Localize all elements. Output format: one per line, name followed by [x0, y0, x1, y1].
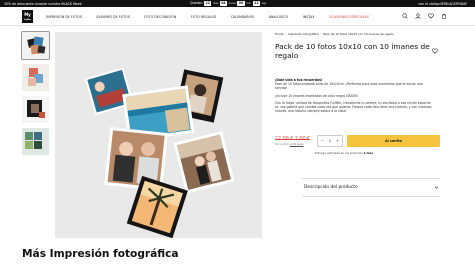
nav-item-decoracion[interactable]: FOTO DECORACIÓN — [144, 15, 176, 19]
shipping-info-link[interactable]: +info envío — [290, 143, 304, 146]
countdown-days: 22 — [204, 0, 212, 6]
description-paragraph-2: ¡Incluye 10 imanes imantados de color ne… — [275, 93, 359, 98]
quantity-increase-button[interactable]: + — [336, 139, 339, 143]
countdown: Quedan 22 días 04 horas 00 min 22 seg — [190, 0, 267, 6]
thumbnail-1[interactable] — [21, 31, 50, 60]
user-icon[interactable] — [415, 13, 421, 19]
nav-item-ocasiones[interactable]: OCASIONES ESPECIALES — [329, 15, 369, 19]
delivery-days: 3 días — [363, 151, 374, 155]
breadcrumb: Home › Impresión fotográfica › Pack de 10 fo… — [275, 32, 394, 36]
promo-bar: 30% de descuento durante nuestra BLACK W… — [0, 0, 475, 7]
nav-item-instax[interactable]: INSTAX — [303, 15, 315, 19]
breadcrumb-separator: › — [320, 32, 322, 36]
search-icon[interactable] — [402, 13, 408, 19]
price-tax-info: IVA incluido +info envío — [275, 143, 303, 146]
chevron-down-icon[interactable] — [434, 185, 439, 190]
heart-icon[interactable] — [428, 13, 434, 19]
description-paragraph-1: Pack de 10 fotos acabado brillo de 10x10… — [275, 82, 423, 91]
divider — [302, 196, 440, 197]
promo-text: 30% de descuento durante nuestra BLACK W… — [4, 1, 82, 6]
product-description: ¡Dale vida a tus recuerdos! Pack de 10 fo… — [275, 78, 435, 117]
related-section-title: Más Impresión fotográfica — [22, 248, 179, 260]
nav-item-analogico[interactable]: ANALÓGICO — [269, 15, 289, 19]
countdown-hours-unit: horas — [228, 1, 236, 5]
main-nav: My Fujifilm IMPRESIÓN DE FOTOS ÁLBUMES D… — [0, 7, 475, 26]
countdown-days-unit: días — [212, 1, 219, 5]
add-to-cart-button[interactable]: Al carrito — [347, 135, 440, 147]
logo-subtext: Fujifilm — [24, 20, 31, 22]
breadcrumb-home[interactable]: Home — [275, 32, 284, 36]
countdown-minutes: 00 — [237, 0, 245, 6]
countdown-label: Quedan — [190, 1, 203, 6]
logo-text: My — [24, 12, 31, 17]
thumbnail-4[interactable] — [22, 128, 49, 155]
nav-item-regalos[interactable]: FOTO REGALOS — [191, 15, 217, 19]
nav-item-impresion[interactable]: IMPRESIÓN DE FOTOS — [46, 15, 82, 19]
wishlist-heart-icon[interactable] — [432, 48, 438, 54]
nav-menu: IMPRESIÓN DE FOTOS ÁLBUMES DE FOTOS FOTO… — [46, 15, 369, 19]
product-description-accordion[interactable]: Descripción del producto — [304, 185, 358, 190]
promo-code-text: con el código MYBLACKFRIDAY — [418, 1, 467, 6]
nav-item-calendarios[interactable]: CALENDARIOS — [231, 15, 254, 19]
tax-included-label: IVA incluido — [275, 143, 289, 146]
countdown-minutes-unit: min — [246, 1, 252, 5]
breadcrumb-category[interactable]: Impresión fotográfica — [288, 32, 319, 36]
quantity-stepper[interactable]: − 1 + — [317, 135, 343, 147]
delivery-label: Entrega estimada en los próximos — [315, 151, 363, 155]
quantity-value: 1 — [328, 139, 332, 143]
thumbnail-2[interactable] — [22, 64, 49, 91]
description-paragraph-3: Con la mejor calidad de fotografías Fuji… — [275, 100, 432, 114]
product-main-image[interactable] — [55, 32, 262, 239]
countdown-seconds-unit: seg — [261, 1, 267, 5]
nav-item-albumes[interactable]: ÁLBUMES DE FOTOS — [96, 15, 129, 19]
price-original: 22,00 € 2,00 € — [275, 137, 310, 142]
cart-icon[interactable] — [441, 13, 447, 19]
countdown-seconds: 22 — [252, 0, 260, 6]
thumbnail-3[interactable] — [22, 96, 49, 123]
divider — [302, 178, 440, 179]
logo[interactable]: My Fujifilm — [22, 10, 33, 23]
price-original-text: 22,00 € 2,00 € — [275, 137, 311, 142]
breadcrumb-separator: › — [285, 32, 287, 36]
quantity-decrease-button[interactable]: − — [321, 139, 324, 143]
countdown-hours: 04 — [219, 0, 228, 6]
thumbnail-list — [21, 31, 50, 160]
nav-icons — [402, 13, 447, 19]
product-title: Pack de 10 fotos 10x10 con 10 imanes de … — [275, 42, 430, 61]
breadcrumb-current: Pack de 10 fotos 10x10 con 10 imanes de … — [323, 32, 394, 36]
delivery-estimate: Entrega estimada en los próximos 3 días — [315, 151, 373, 155]
